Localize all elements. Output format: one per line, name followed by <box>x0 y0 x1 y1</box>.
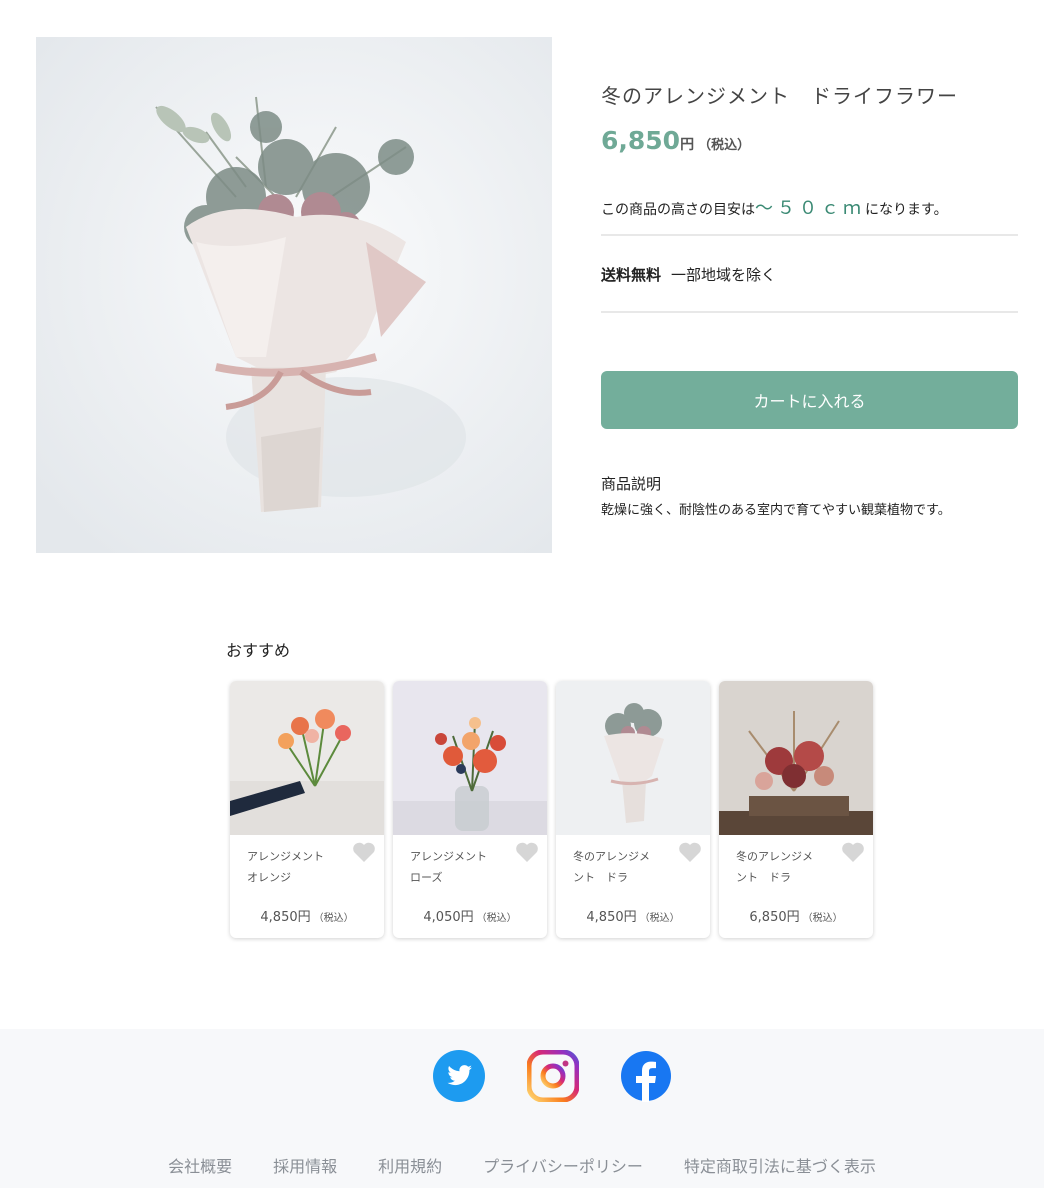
footer-link-company[interactable]: 会社概要 <box>168 1153 232 1177</box>
footer-links: 会社概要 採用情報 利用規約 プライバシーポリシー 特定商取引法に基づく表示 <box>0 1153 1044 1177</box>
card-tax: （税込） <box>313 913 354 924</box>
orange-tulip-image <box>230 681 384 835</box>
dark-bouquet-image <box>719 681 873 835</box>
recommend-card[interactable]: 冬のアレンジメント ドラ 6,850円 （税込） <box>719 681 873 938</box>
description-title: 商品説明 <box>601 475 662 493</box>
card-tax: （税込） <box>639 913 680 924</box>
height-value: 〜５０ｃｍ <box>755 198 865 219</box>
card-price: 6,850円 （税込） <box>719 906 873 925</box>
recommend-heading: おすすめ <box>226 641 291 660</box>
footer-link-privacy[interactable]: プライバシーポリシー <box>483 1153 643 1177</box>
heart-icon[interactable] <box>515 841 539 863</box>
heart-icon[interactable] <box>678 841 702 863</box>
add-to-cart-button[interactable]: カートに入れる <box>601 371 1018 429</box>
card-price-value: 4,850円 <box>260 910 311 925</box>
instagram-icon[interactable] <box>527 1050 579 1102</box>
card-name: アレンジメント ローズ <box>410 850 490 884</box>
footer: 会社概要 採用情報 利用規約 プライバシーポリシー 特定商取引法に基づく表示 <box>0 1029 1044 1188</box>
price-unit: 円 <box>680 137 695 153</box>
product-image <box>36 37 552 553</box>
product-thumbnail[interactable] <box>556 681 710 835</box>
card-price-value: 6,850円 <box>749 910 800 925</box>
shipping-info: 送料無料 一部地域を除く <box>601 264 776 285</box>
card-price: 4,850円 （税込） <box>230 906 384 925</box>
shipping-label: 送料無料 <box>601 266 662 284</box>
bouquet-image <box>36 37 552 553</box>
card-tax: （税込） <box>476 913 517 924</box>
facebook-icon[interactable] <box>620 1050 672 1102</box>
divider <box>601 234 1018 236</box>
price-value: 6,850 <box>601 126 681 155</box>
product-price: 6,850円 （税込） <box>601 126 750 155</box>
recommend-list: アレンジメント オレンジ 4,850円 （税込） アレンジメント ローズ 4,05… <box>230 681 873 938</box>
description-text: 乾燥に強く、耐陰性のある室内で育てやすい観葉植物です。 <box>601 503 951 518</box>
card-name: 冬のアレンジメント ドラ <box>573 850 650 884</box>
card-price-value: 4,850円 <box>586 910 637 925</box>
card-tax: （税込） <box>802 913 843 924</box>
heart-icon[interactable] <box>352 841 376 863</box>
height-note: この商品の高さの目安は〜５０ｃｍになります。 <box>601 194 948 220</box>
dried-bouquet-image <box>556 681 710 835</box>
twitter-icon[interactable] <box>433 1050 485 1102</box>
divider <box>601 311 1018 313</box>
tax-label: （税込） <box>698 138 751 153</box>
heart-icon[interactable] <box>841 841 865 863</box>
height-suffix: になります。 <box>865 202 948 218</box>
card-price-value: 4,050円 <box>423 910 474 925</box>
card-name: 冬のアレンジメント ドラ <box>736 850 813 884</box>
rose-vase-image <box>393 681 547 835</box>
recommend-card[interactable]: 冬のアレンジメント ドラ 4,850円 （税込） <box>556 681 710 938</box>
card-name: アレンジメント オレンジ <box>247 850 327 884</box>
recommend-card[interactable]: アレンジメント ローズ 4,050円 （税込） <box>393 681 547 938</box>
product-title: 冬のアレンジメント ドライフラワー <box>601 84 958 108</box>
footer-link-recruit[interactable]: 採用情報 <box>273 1153 337 1177</box>
height-prefix: この商品の高さの目安は <box>601 202 755 218</box>
card-price: 4,050円 （税込） <box>393 906 547 925</box>
card-price: 4,850円 （税込） <box>556 906 710 925</box>
footer-link-terms[interactable]: 利用規約 <box>378 1153 442 1177</box>
product-thumbnail[interactable] <box>719 681 873 835</box>
product-thumbnail[interactable] <box>230 681 384 835</box>
product-thumbnail[interactable] <box>393 681 547 835</box>
shipping-note: 一部地域を除く <box>671 266 777 284</box>
footer-link-tokushoho[interactable]: 特定商取引法に基づく表示 <box>684 1153 876 1177</box>
recommend-card[interactable]: アレンジメント オレンジ 4,850円 （税込） <box>230 681 384 938</box>
